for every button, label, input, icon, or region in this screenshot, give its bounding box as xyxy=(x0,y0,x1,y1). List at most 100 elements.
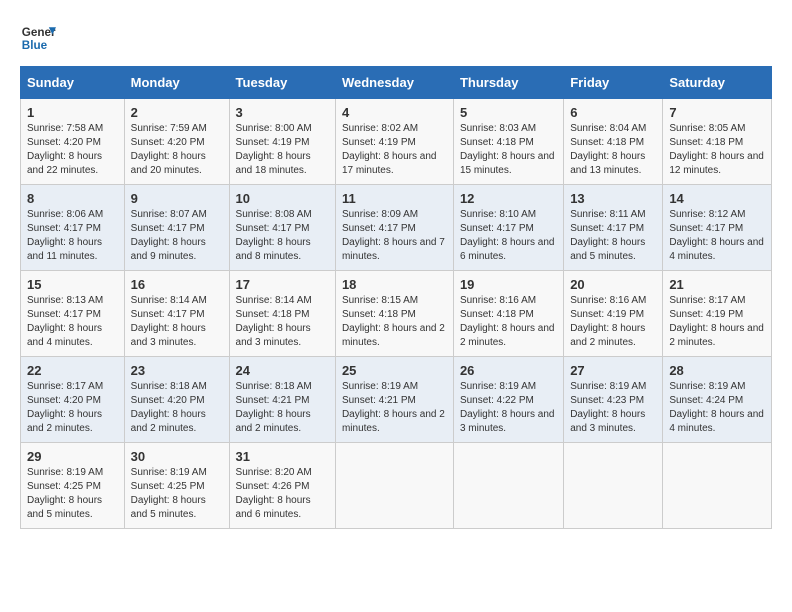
calendar-cell: 13 Sunrise: 8:11 AMSunset: 4:17 PMDayligh… xyxy=(564,185,663,271)
calendar-cell: 10 Sunrise: 8:08 AMSunset: 4:17 PMDayligh… xyxy=(229,185,335,271)
day-number: 12 xyxy=(460,191,557,206)
day-number: 23 xyxy=(131,363,223,378)
day-number: 25 xyxy=(342,363,447,378)
day-info: Sunrise: 8:04 AMSunset: 4:18 PMDaylight:… xyxy=(570,122,656,178)
day-number: 13 xyxy=(570,191,656,206)
day-number: 1 xyxy=(27,105,118,120)
column-header-wednesday: Wednesday xyxy=(335,67,453,99)
calendar-cell: 14 Sunrise: 8:12 AMSunset: 4:17 PMDayligh… xyxy=(663,185,772,271)
day-info: Sunrise: 8:16 AMSunset: 4:19 PMDaylight:… xyxy=(570,294,656,350)
column-header-friday: Friday xyxy=(564,67,663,99)
day-info: Sunrise: 8:08 AMSunset: 4:17 PMDaylight:… xyxy=(236,208,329,264)
day-info: Sunrise: 8:03 AMSunset: 4:18 PMDaylight:… xyxy=(460,122,557,178)
calendar-week-row: 1 Sunrise: 7:58 AMSunset: 4:20 PMDaylight… xyxy=(21,99,772,185)
column-header-thursday: Thursday xyxy=(453,67,563,99)
calendar-cell: 28 Sunrise: 8:19 AMSunset: 4:24 PMDayligh… xyxy=(663,357,772,443)
header: General Blue xyxy=(20,20,772,56)
day-number: 7 xyxy=(669,105,765,120)
calendar-cell: 26Sunrise: 8:19 AMSunset: 4:22 PMDayligh… xyxy=(453,357,563,443)
day-info: Sunrise: 8:17 AMSunset: 4:19 PMDaylight:… xyxy=(669,294,765,350)
day-number: 19 xyxy=(460,277,557,292)
calendar-cell: 27Sunrise: 8:19 AMSunset: 4:23 PMDayligh… xyxy=(564,357,663,443)
day-info: Sunrise: 8:00 AMSunset: 4:19 PMDaylight:… xyxy=(236,122,329,178)
day-number: 6 xyxy=(570,105,656,120)
day-number: 4 xyxy=(342,105,447,120)
day-info: Sunrise: 8:12 AMSunset: 4:17 PMDaylight:… xyxy=(669,208,765,264)
day-info: Sunrise: 8:19 AMSunset: 4:22 PMDaylight:… xyxy=(460,380,557,436)
calendar-cell: 9Sunrise: 8:07 AMSunset: 4:17 PMDaylight… xyxy=(124,185,229,271)
calendar-cell: 30 Sunrise: 8:19 AMSunset: 4:25 PMDayligh… xyxy=(124,443,229,529)
svg-text:Blue: Blue xyxy=(22,39,48,52)
day-number: 28 xyxy=(669,363,765,378)
calendar-cell: 11 Sunrise: 8:09 AMSunset: 4:17 PMDayligh… xyxy=(335,185,453,271)
calendar-cell xyxy=(453,443,563,529)
calendar-cell: 3 Sunrise: 8:00 AMSunset: 4:19 PMDaylight… xyxy=(229,99,335,185)
day-info: Sunrise: 8:11 AMSunset: 4:17 PMDaylight:… xyxy=(570,208,656,264)
day-info: Sunrise: 8:19 AMSunset: 4:24 PMDaylight:… xyxy=(669,380,765,436)
calendar-cell: 4 Sunrise: 8:02 AMSunset: 4:19 PMDaylight… xyxy=(335,99,453,185)
calendar-week-row: 15 Sunrise: 8:13 AMSunset: 4:17 PMDayligh… xyxy=(21,271,772,357)
calendar-cell xyxy=(335,443,453,529)
calendar-cell: 25 Sunrise: 8:19 AMSunset: 4:21 PMDayligh… xyxy=(335,357,453,443)
day-info: Sunrise: 8:18 AMSunset: 4:21 PMDaylight:… xyxy=(236,380,329,436)
calendar-cell xyxy=(663,443,772,529)
day-number: 14 xyxy=(669,191,765,206)
day-info: Sunrise: 7:58 AMSunset: 4:20 PMDaylight:… xyxy=(27,122,118,178)
day-info: Sunrise: 8:14 AMSunset: 4:17 PMDaylight:… xyxy=(131,294,223,350)
day-number: 31 xyxy=(236,449,329,464)
day-number: 5 xyxy=(460,105,557,120)
calendar-cell: 7Sunrise: 8:05 AMSunset: 4:18 PMDaylight… xyxy=(663,99,772,185)
calendar-cell: 5 Sunrise: 8:03 AMSunset: 4:18 PMDaylight… xyxy=(453,99,563,185)
day-number: 30 xyxy=(131,449,223,464)
calendar-cell: 2 Sunrise: 7:59 AMSunset: 4:20 PMDaylight… xyxy=(124,99,229,185)
day-info: Sunrise: 8:19 AMSunset: 4:25 PMDaylight:… xyxy=(27,466,118,522)
calendar-cell: 20 Sunrise: 8:16 AMSunset: 4:19 PMDayligh… xyxy=(564,271,663,357)
day-info: Sunrise: 8:17 AMSunset: 4:20 PMDaylight:… xyxy=(27,380,118,436)
day-number: 18 xyxy=(342,277,447,292)
day-number: 24 xyxy=(236,363,329,378)
day-number: 16 xyxy=(131,277,223,292)
column-header-sunday: Sunday xyxy=(21,67,125,99)
day-number: 2 xyxy=(131,105,223,120)
day-number: 15 xyxy=(27,277,118,292)
calendar-cell: 6 Sunrise: 8:04 AMSunset: 4:18 PMDaylight… xyxy=(564,99,663,185)
calendar-week-row: 29 Sunrise: 8:19 AMSunset: 4:25 PMDayligh… xyxy=(21,443,772,529)
calendar-cell: 12 Sunrise: 8:10 AMSunset: 4:17 PMDayligh… xyxy=(453,185,563,271)
logo-icon: General Blue xyxy=(20,20,56,56)
day-number: 29 xyxy=(27,449,118,464)
day-info: Sunrise: 8:19 AMSunset: 4:21 PMDaylight:… xyxy=(342,380,447,436)
day-info: Sunrise: 8:07 AMSunset: 4:17 PMDaylight:… xyxy=(131,208,223,264)
day-number: 11 xyxy=(342,191,447,206)
day-info: Sunrise: 8:02 AMSunset: 4:19 PMDaylight:… xyxy=(342,122,447,178)
day-number: 10 xyxy=(236,191,329,206)
calendar-cell: 22Sunrise: 8:17 AMSunset: 4:20 PMDayligh… xyxy=(21,357,125,443)
day-info: Sunrise: 8:20 AMSunset: 4:26 PMDaylight:… xyxy=(236,466,329,522)
day-number: 17 xyxy=(236,277,329,292)
calendar-cell: 16 Sunrise: 8:14 AMSunset: 4:17 PMDayligh… xyxy=(124,271,229,357)
day-info: Sunrise: 8:10 AMSunset: 4:17 PMDaylight:… xyxy=(460,208,557,264)
day-info: Sunrise: 8:13 AMSunset: 4:17 PMDaylight:… xyxy=(27,294,118,350)
day-info: Sunrise: 8:19 AMSunset: 4:25 PMDaylight:… xyxy=(131,466,223,522)
calendar-header-row: SundayMondayTuesdayWednesdayThursdayFrid… xyxy=(21,67,772,99)
day-number: 3 xyxy=(236,105,329,120)
calendar-cell: 18Sunrise: 8:15 AMSunset: 4:18 PMDayligh… xyxy=(335,271,453,357)
day-info: Sunrise: 8:09 AMSunset: 4:17 PMDaylight:… xyxy=(342,208,447,264)
day-info: Sunrise: 8:16 AMSunset: 4:18 PMDaylight:… xyxy=(460,294,557,350)
calendar-week-row: 22Sunrise: 8:17 AMSunset: 4:20 PMDayligh… xyxy=(21,357,772,443)
day-info: Sunrise: 8:14 AMSunset: 4:18 PMDaylight:… xyxy=(236,294,329,350)
column-header-saturday: Saturday xyxy=(663,67,772,99)
day-number: 20 xyxy=(570,277,656,292)
day-info: Sunrise: 7:59 AMSunset: 4:20 PMDaylight:… xyxy=(131,122,223,178)
calendar-cell: 23 Sunrise: 8:18 AMSunset: 4:20 PMDayligh… xyxy=(124,357,229,443)
day-number: 27 xyxy=(570,363,656,378)
column-header-monday: Monday xyxy=(124,67,229,99)
column-header-tuesday: Tuesday xyxy=(229,67,335,99)
calendar-cell: 17 Sunrise: 8:14 AMSunset: 4:18 PMDayligh… xyxy=(229,271,335,357)
calendar-cell: 19 Sunrise: 8:16 AMSunset: 4:18 PMDayligh… xyxy=(453,271,563,357)
day-number: 21 xyxy=(669,277,765,292)
day-info: Sunrise: 8:18 AMSunset: 4:20 PMDaylight:… xyxy=(131,380,223,436)
logo: General Blue xyxy=(20,20,56,56)
day-info: Sunrise: 8:06 AMSunset: 4:17 PMDaylight:… xyxy=(27,208,118,264)
calendar-cell: 21 Sunrise: 8:17 AMSunset: 4:19 PMDayligh… xyxy=(663,271,772,357)
calendar-cell: 1 Sunrise: 7:58 AMSunset: 4:20 PMDaylight… xyxy=(21,99,125,185)
